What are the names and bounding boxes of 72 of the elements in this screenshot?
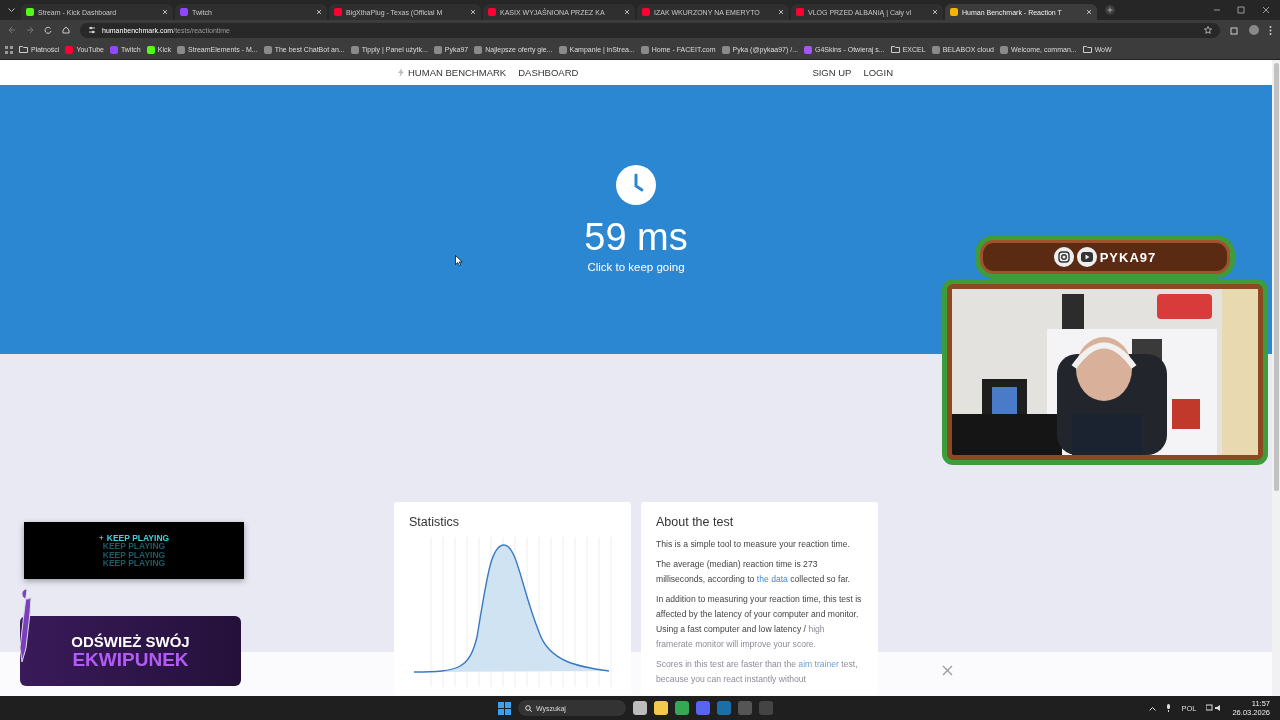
banner-text: + KEEP PLAYING	[98, 533, 170, 542]
nav-link[interactable]: SIGN UP	[812, 67, 852, 78]
favicon-icon	[180, 8, 188, 16]
banner-text: KEEP PLAYING	[102, 542, 166, 551]
promo-subtitle: EKWIPUNEK	[72, 649, 189, 670]
favicon-icon	[642, 8, 650, 16]
favicon-icon	[721, 45, 730, 54]
paragraph: The average (median) reaction time is 273 milliseconds, according to the data collected so far.	[656, 558, 851, 586]
start-icon[interactable]	[498, 701, 511, 715]
close-icon[interactable]	[162, 9, 168, 15]
new-tab-icon[interactable]	[1105, 5, 1115, 15]
favicon-icon	[263, 45, 272, 54]
favicon-icon	[950, 8, 958, 16]
chevron-down-icon[interactable]	[8, 7, 15, 13]
favicon-icon	[26, 8, 34, 16]
card-title: Statistics	[409, 515, 460, 529]
text-link[interactable]: the data	[756, 574, 788, 584]
continue-prompt: Click to keep going	[587, 261, 685, 273]
reload-icon[interactable]	[44, 26, 52, 34]
favicon-icon	[350, 45, 359, 54]
brand-link[interactable]: HUMAN BENCHMARK	[398, 67, 507, 78]
clock-icon	[616, 165, 656, 205]
banner-text: KEEP PLAYING	[102, 550, 166, 559]
nav-link[interactable]: LOGIN	[863, 67, 893, 78]
site-info-icon[interactable]	[88, 26, 96, 34]
paragraph: Scores in this test are faster than the aim trainer test, because you can react instantly without	[656, 658, 859, 686]
star-icon[interactable]	[1204, 26, 1212, 34]
favicon-icon	[177, 45, 185, 54]
nav-link[interactable]: DASHBOARD	[518, 67, 579, 78]
scrollbar-thumb[interactable]	[1273, 63, 1279, 491]
apps-icon[interactable]	[5, 45, 13, 54]
favicon-icon	[146, 45, 155, 54]
favicon-icon	[109, 45, 118, 54]
close-icon[interactable]	[624, 9, 630, 15]
home-icon[interactable]	[62, 26, 70, 34]
close-icon[interactable]	[1086, 9, 1092, 15]
close-icon[interactable]	[470, 9, 476, 15]
play-icon	[1076, 247, 1097, 267]
promo-title: ODŚWIEŻ SWÓJ	[71, 632, 190, 650]
chevron-up-icon[interactable]	[1149, 705, 1157, 711]
favicon-icon	[640, 45, 649, 54]
knife-icon	[18, 588, 34, 663]
favicon-icon	[433, 45, 442, 54]
forward-icon[interactable]	[26, 26, 34, 34]
favicon-icon	[1000, 45, 1008, 54]
streamer-handle: PYKA97	[1099, 249, 1157, 265]
microphone-icon[interactable]	[1166, 704, 1172, 712]
window-controls-icon[interactable]	[1214, 6, 1270, 14]
menu-icon[interactable]	[1269, 25, 1272, 35]
extensions-icon[interactable]	[1230, 25, 1239, 35]
card-title: About the test	[656, 515, 735, 529]
favicon-icon	[558, 45, 567, 54]
paragraph: In addition to measuring your reaction time, this test is affected by the latency of your computer and monitor. Using a fast computer and low latency / high framerate monitor will improve your score.	[656, 593, 863, 651]
favicon-icon	[334, 8, 342, 16]
back-icon[interactable]	[8, 26, 16, 34]
cursor-icon	[455, 255, 463, 266]
banner-text: KEEP PLAYING	[102, 559, 166, 568]
close-icon[interactable]	[932, 9, 938, 15]
favicon-icon	[796, 8, 804, 16]
close-icon[interactable]	[316, 9, 322, 15]
paragraph: This is a simple tool to measure your reaction time.	[656, 538, 851, 551]
favicon-icon	[804, 45, 813, 54]
favicon-icon	[474, 45, 483, 54]
result-time: 59 ms	[584, 215, 688, 259]
favicon-icon	[488, 8, 496, 16]
favicon-icon	[931, 45, 940, 54]
camera-icon	[1053, 247, 1074, 267]
close-icon[interactable]	[778, 9, 784, 15]
search-icon	[525, 704, 532, 712]
profile-icon[interactable]	[1249, 25, 1259, 35]
favicon-icon	[65, 45, 74, 54]
bolt-icon	[398, 68, 404, 77]
